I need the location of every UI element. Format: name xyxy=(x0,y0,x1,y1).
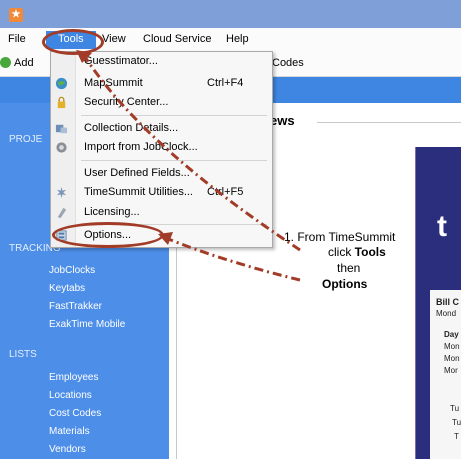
annotation-tools-text: Tools xyxy=(354,245,386,259)
annotation-step-text: 1. From TimeSummit xyxy=(284,230,396,244)
annotation-then-text: then xyxy=(337,261,361,275)
annotation-click-text: click Tools xyxy=(328,245,386,259)
annotation-click-prefix: click xyxy=(328,245,355,259)
annotation-options-text: Options xyxy=(322,277,368,291)
